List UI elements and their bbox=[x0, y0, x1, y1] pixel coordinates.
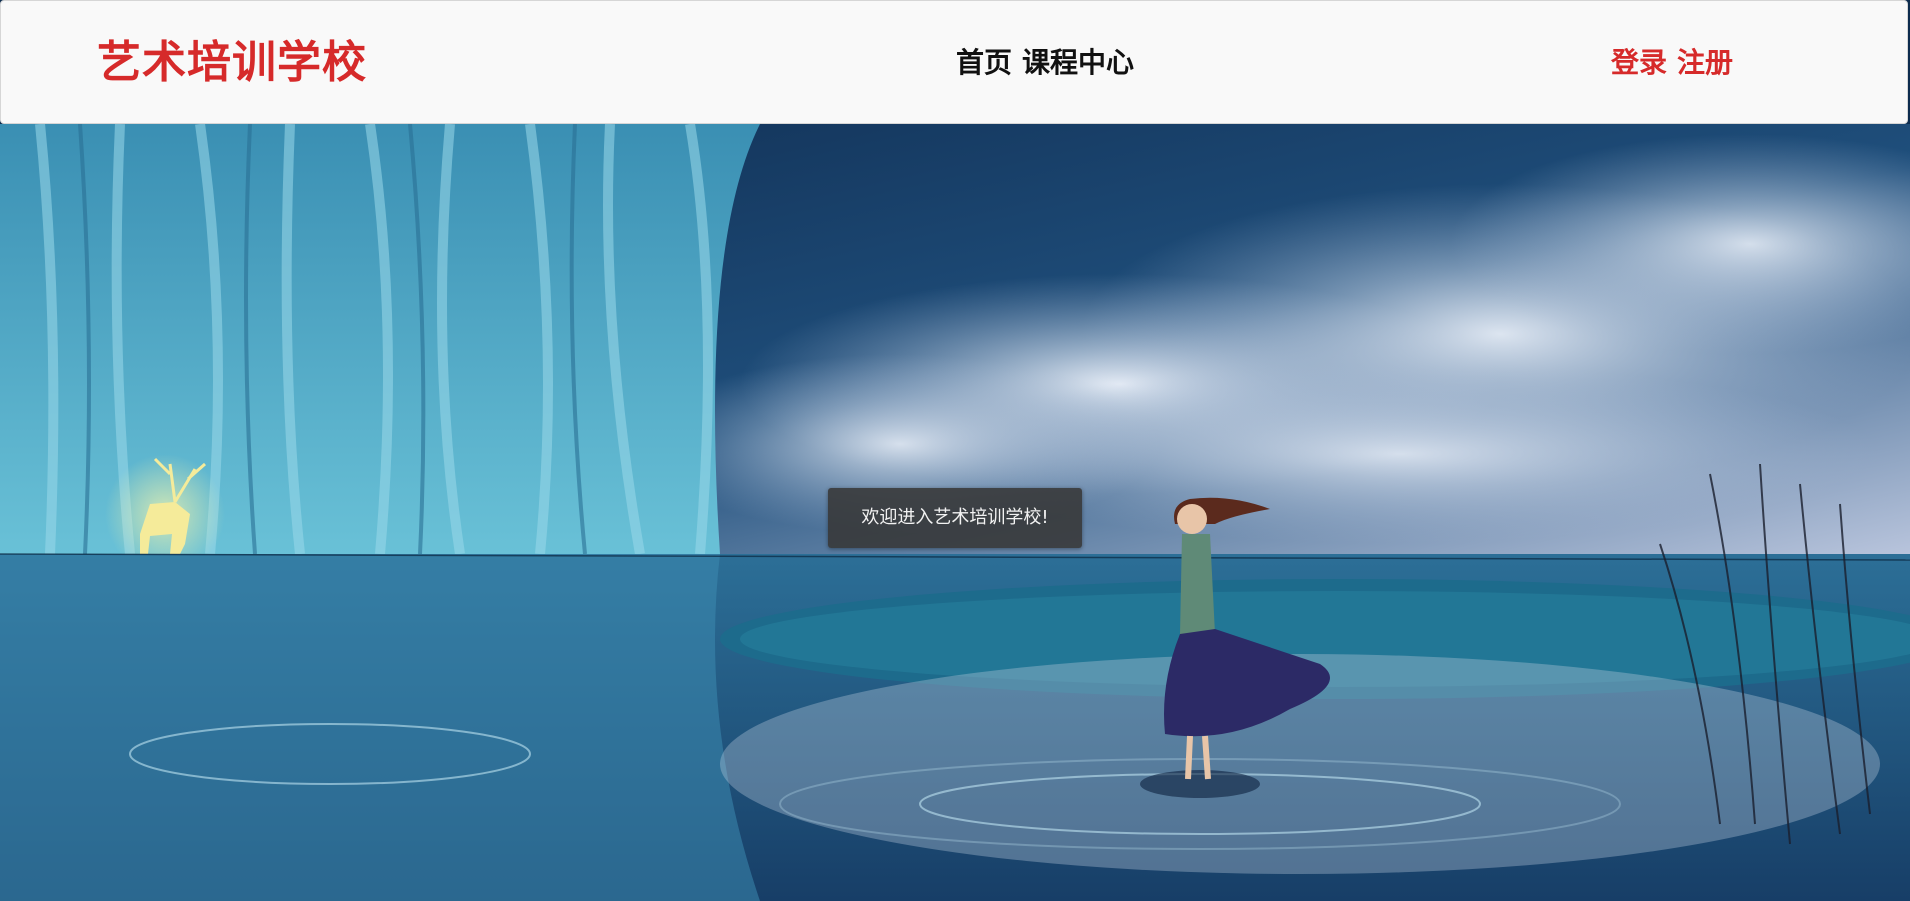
brand-logo-text[interactable]: 艺术培训学校 bbox=[97, 33, 367, 93]
welcome-toast: 欢迎进入艺术培训学校! bbox=[828, 488, 1082, 548]
top-navbar: 艺术培训学校 首页 课程中心 登录 注册 bbox=[0, 0, 1908, 124]
auth-nav: 登录 注册 bbox=[1611, 43, 1743, 83]
nav-courses-link[interactable]: 课程中心 bbox=[1022, 46, 1134, 79]
nav-home-link[interactable]: 首页 bbox=[956, 46, 1012, 79]
hero-banner: 欢迎进入艺术培训学校! bbox=[0, 124, 1910, 901]
main-nav: 首页 课程中心 bbox=[956, 43, 1144, 83]
login-link[interactable]: 登录 bbox=[1611, 46, 1667, 79]
register-link[interactable]: 注册 bbox=[1677, 46, 1733, 79]
